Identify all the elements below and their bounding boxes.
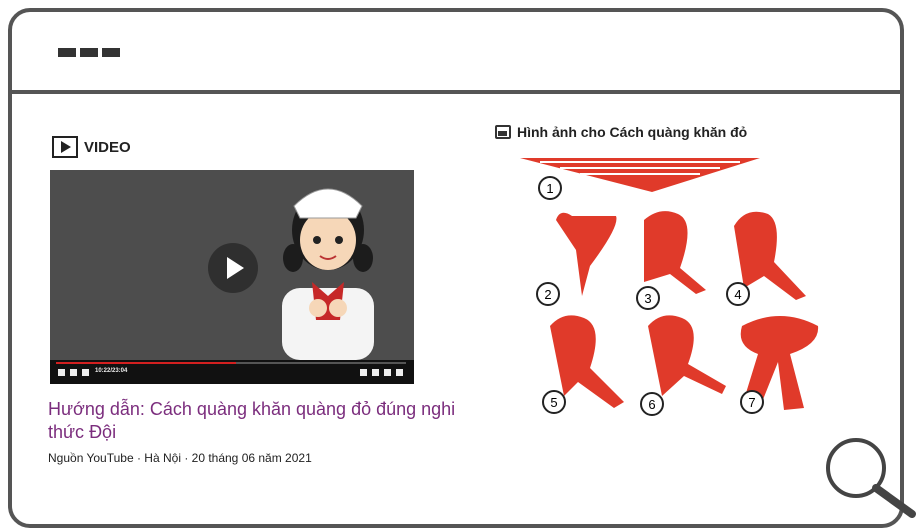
search-icon[interactable] (820, 428, 920, 518)
image-section-label: Hình ảnh cho Cách quàng khăn đỏ (517, 124, 748, 140)
image-icon (495, 125, 511, 139)
video-controls: 10:22/23:04 (50, 360, 414, 384)
next-control-icon[interactable] (70, 369, 77, 376)
play-button[interactable] (208, 243, 258, 293)
step-number-3: 3 (636, 286, 660, 310)
miniplayer-icon[interactable] (372, 369, 379, 376)
step-6-scarf (648, 315, 726, 396)
step-label-4: 4 (734, 287, 741, 302)
scarf-steps-diagram[interactable]: 1 2 3 4 5 6 7 (520, 150, 830, 422)
video-player[interactable]: 10:22/23:04 (50, 170, 414, 384)
step-3-scarf (644, 211, 706, 294)
video-icon (52, 136, 78, 158)
video-source: Nguồn YouTube · Hà Nội · 20 tháng 06 năm… (48, 451, 312, 465)
step-number-6: 6 (640, 392, 664, 416)
step-label-5: 5 (550, 395, 557, 410)
step-label-7: 7 (748, 395, 755, 410)
progress-bar[interactable] (56, 362, 406, 364)
volume-icon[interactable] (82, 369, 89, 376)
step-number-1: 1 (538, 176, 562, 200)
window-top-bar (12, 12, 900, 94)
step-number-4: 4 (726, 282, 750, 306)
video-title[interactable]: Hướng dẫn: Cách quàng khăn quàng đỏ đúng… (48, 398, 468, 444)
video-section-header: VIDEO (52, 136, 131, 158)
step-label-6: 6 (648, 397, 655, 412)
step-label-1: 1 (546, 181, 553, 196)
step-2-scarf (556, 212, 617, 296)
video-label: VIDEO (84, 138, 131, 156)
step-label-2: 2 (544, 287, 551, 302)
settings-icon[interactable] (360, 369, 367, 376)
menu-icon[interactable] (58, 48, 120, 57)
theater-icon[interactable] (384, 369, 391, 376)
step-number-2: 2 (536, 282, 560, 306)
girl-illustration (282, 188, 374, 360)
step-label-3: 3 (644, 291, 651, 306)
time-readout: 10:22/23:04 (95, 368, 128, 374)
fullscreen-icon[interactable] (396, 369, 403, 376)
image-section-header: Hình ảnh cho Cách quàng khăn đỏ (495, 124, 747, 140)
play-control-icon[interactable] (58, 369, 65, 376)
step-number-7: 7 (740, 390, 764, 414)
step-number-5: 5 (542, 390, 566, 414)
